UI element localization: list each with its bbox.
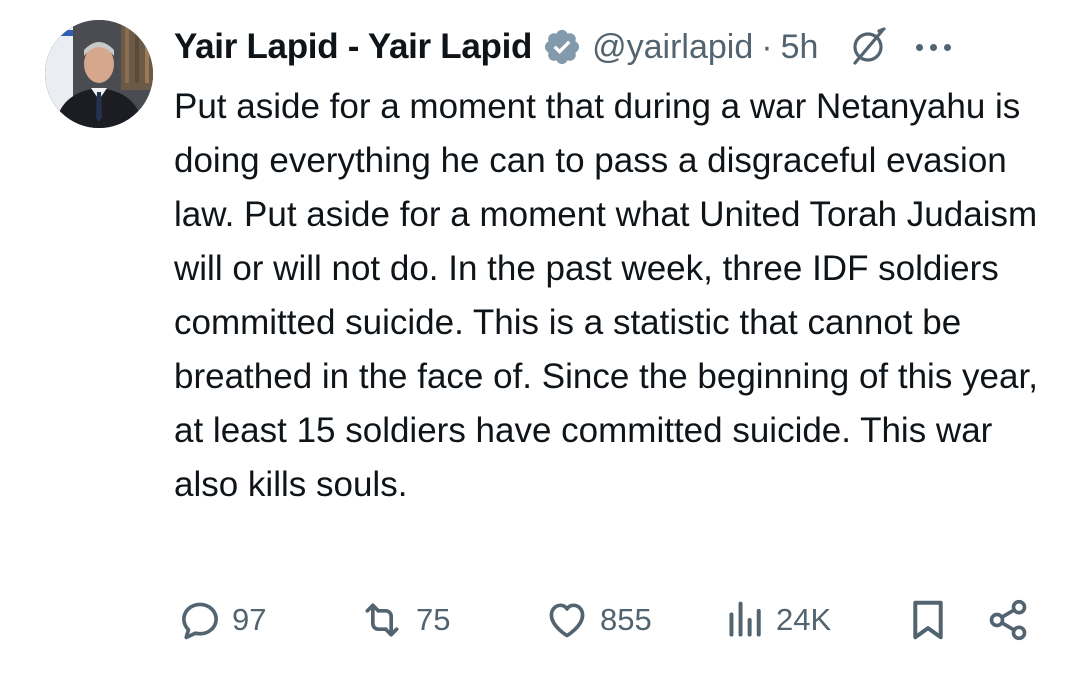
author-name[interactable]: Yair Lapid - Yair Lapid (174, 27, 532, 67)
share-icon (986, 598, 1030, 642)
reply-count: 97 (232, 602, 267, 637)
repost-count: 75 (416, 602, 451, 637)
avatar[interactable] (45, 20, 153, 128)
bookmark-icon (908, 598, 948, 642)
author-handle[interactable]: @yairlapid (592, 28, 753, 67)
tweet-text: Put aside for a moment that during a war… (174, 87, 1038, 504)
separator: · (761, 27, 773, 66)
share-button[interactable] (986, 592, 1030, 648)
reply-button[interactable]: 97 (178, 592, 266, 648)
bookmark-button[interactable] (908, 592, 948, 648)
tweet-time[interactable]: 5h (781, 28, 819, 67)
repost-icon (358, 598, 406, 642)
tweet-header: Yair Lapid - Yair Lapid @yairlapid · 5h (174, 22, 1040, 72)
views-button[interactable]: 24K (726, 592, 831, 648)
reply-icon (178, 598, 222, 642)
views-count: 24K (776, 602, 832, 637)
heart-icon (544, 598, 590, 642)
action-bar: 97 75 855 24K (174, 592, 1040, 648)
verified-badge-icon (532, 27, 582, 67)
views-icon (726, 598, 766, 642)
like-count: 855 (600, 602, 652, 637)
more-icon[interactable] (916, 43, 952, 51)
avatar-image (45, 20, 153, 128)
like-button[interactable]: 855 (544, 592, 652, 648)
grok-icon[interactable] (818, 25, 890, 69)
repost-button[interactable]: 75 (358, 592, 450, 648)
